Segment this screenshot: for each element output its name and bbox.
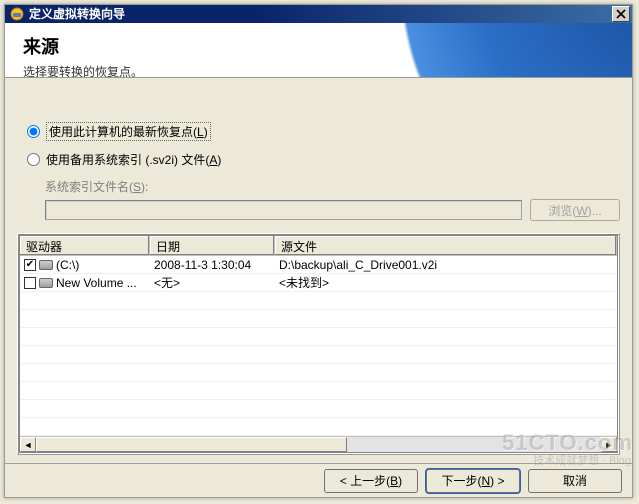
page-title: 来源 (23, 33, 59, 59)
titlebar: 定义虚拟转换向导 (5, 5, 632, 23)
table-row-empty (20, 346, 617, 364)
app-icon (9, 6, 25, 22)
footer: < 上一步(B) 下一步(N) > 取消 (5, 463, 632, 497)
browse-button: 浏览(W)... (530, 199, 620, 221)
radio-use-latest-label[interactable]: 使用此计算机的最新恢复点(L) (46, 122, 211, 141)
table-row[interactable]: (C:\) 2008-11-3 1:30:04D:\backup\ali_C_Dr… (20, 256, 617, 274)
index-path-label: 系统索引文件名(S): (45, 178, 620, 195)
table-row-empty (20, 400, 617, 418)
scroll-thumb[interactable] (36, 437, 347, 452)
scroll-left-arrow[interactable]: ◄ (20, 437, 36, 452)
close-button[interactable] (612, 6, 630, 22)
rows-container[interactable]: (C:\) 2008-11-3 1:30:04D:\backup\ali_C_Dr… (20, 256, 617, 436)
col-header-source[interactable]: 源文件 (275, 236, 617, 256)
row-checkbox[interactable] (24, 259, 36, 271)
index-path-row: 浏览(W)... (45, 199, 620, 221)
table-row-empty (20, 292, 617, 310)
table-row-empty (20, 364, 617, 382)
row-source: D:\backup\ali_C_Drive001.v2i (275, 258, 617, 272)
scroll-right-arrow[interactable]: ► (601, 437, 617, 452)
table-row-empty (20, 328, 617, 346)
drive-name: New Volume ... (56, 276, 137, 290)
col-header-date[interactable]: 日期 (150, 236, 275, 256)
table-row-empty (20, 418, 617, 436)
row-date: <无> (150, 274, 275, 291)
window-title: 定义虚拟转换向导 (29, 5, 612, 22)
radio-use-latest[interactable] (27, 125, 40, 138)
header-banner: 来源 选择要转换的恢复点。 (5, 23, 632, 79)
table-row-empty (20, 382, 617, 400)
drive-list: 驱动器 日期 源文件 (C:\) 2008-11-3 1:30:04D:\back… (19, 235, 618, 453)
column-headers: 驱动器 日期 源文件 (20, 236, 617, 256)
cancel-button[interactable]: 取消 (528, 469, 622, 493)
next-button[interactable]: 下一步(N) > (426, 469, 520, 493)
content-area: 使用此计算机的最新恢复点(L) 使用备用系统索引 (.sv2i) 文件(A) 系… (5, 78, 632, 463)
decorative-curve (382, 23, 632, 79)
radio-use-index[interactable] (27, 153, 40, 166)
index-path-group: 系统索引文件名(S): 浏览(W)... (17, 178, 620, 221)
back-button[interactable]: < 上一步(B) (324, 469, 418, 493)
horizontal-scrollbar[interactable]: ◄ ► (20, 436, 617, 452)
table-row-empty (20, 310, 617, 328)
table-row[interactable]: New Volume ... <无><未找到> (20, 274, 617, 292)
radio-use-latest-row: 使用此计算机的最新恢复点(L) (17, 122, 620, 141)
row-checkbox[interactable] (24, 277, 36, 289)
page-subtitle: 选择要转换的恢复点。 (23, 63, 143, 79)
index-path-input (45, 200, 522, 220)
row-date: 2008-11-3 1:30:04 (150, 258, 275, 272)
row-source: <未找到> (275, 274, 617, 291)
radio-use-index-row: 使用备用系统索引 (.sv2i) 文件(A) (17, 151, 620, 168)
radio-use-index-label[interactable]: 使用备用系统索引 (.sv2i) 文件(A) (46, 151, 221, 168)
disk-icon (39, 278, 53, 288)
scroll-track[interactable] (36, 437, 601, 452)
disk-icon (39, 260, 53, 270)
wizard-window: 定义虚拟转换向导 来源 选择要转换的恢复点。 使用此计算机的最新恢复点(L) 使… (4, 4, 633, 498)
col-header-drive[interactable]: 驱动器 (20, 236, 150, 256)
drive-name: (C:\) (56, 258, 79, 272)
drive-list-frame: 驱动器 日期 源文件 (C:\) 2008-11-3 1:30:04D:\back… (17, 233, 620, 455)
